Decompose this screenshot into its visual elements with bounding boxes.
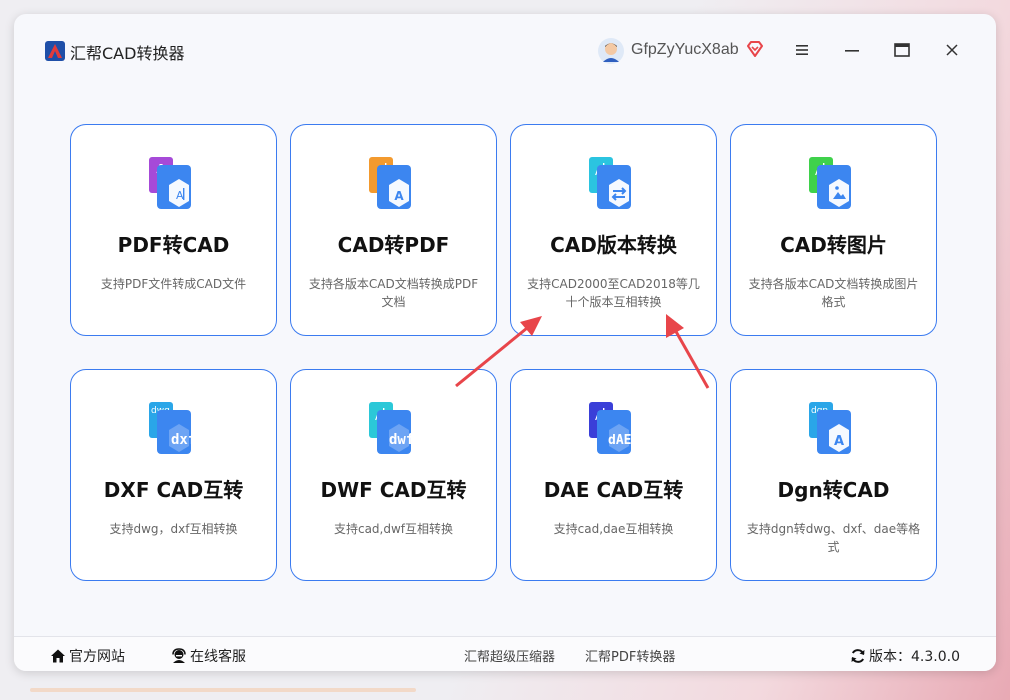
card-desc: 支持CAD2000至CAD2018等几十个版本互相转换	[527, 277, 700, 309]
card-desc: 支持PDF文件转成CAD文件	[100, 277, 247, 291]
card-title: CAD转图片	[780, 233, 887, 257]
svg-text:A: A	[834, 434, 844, 449]
svg-text:dAE: dAE	[608, 433, 631, 448]
card-dgn-to-cad[interactable]: dgn A Dgn转CAD 支持dgn转dwg、dxf、dae等格式	[730, 369, 937, 581]
card-cad-version-convert[interactable]: A CAD版本转换 支持CAD2000至CAD2018等几十个版本互相转换	[510, 124, 717, 336]
home-icon	[51, 649, 65, 663]
official-website-link[interactable]: 官方网站	[50, 646, 125, 666]
card-desc: 支持dwg，dxf互相转换	[109, 522, 238, 536]
card-desc: 支持cad,dwf互相转换	[333, 522, 454, 536]
avatar[interactable]	[598, 38, 624, 64]
official-website-label: 官方网站	[69, 649, 125, 665]
version-label: 版本：4.3.0.0	[869, 649, 960, 665]
footer-bar: 官方网站 在线客服 汇帮超级压缩器 汇帮PDF转换器 版本：4.3.0.0	[14, 636, 996, 671]
pdf-to-cad-icon: A A	[149, 157, 191, 209]
card-desc: 支持各版本CAD文档转换成图片格式	[748, 277, 919, 309]
card-title: CAD版本转换	[550, 233, 677, 257]
card-desc: 支持cad,dae互相转换	[553, 522, 674, 536]
svg-text:A: A	[394, 189, 404, 203]
dwf-cad-icon: A dwf	[369, 402, 414, 454]
card-desc: 支持dgn转dwg、dxf、dae等格式	[746, 522, 921, 554]
svg-text:dxf: dxf	[171, 432, 196, 448]
app-logo-icon	[45, 41, 65, 61]
svg-text:A: A	[176, 189, 184, 202]
online-service-label: 在线客服	[190, 649, 246, 665]
card-title: DXF CAD互转	[103, 478, 244, 502]
horizontal-scrollbar[interactable]	[30, 688, 416, 692]
card-cad-to-pdf[interactable]: A A CAD转PDF 支持各版本CAD文档转换成PDF文档	[290, 124, 497, 336]
version-info[interactable]: 版本：4.3.0.0	[850, 646, 960, 666]
customer-service-icon	[172, 648, 186, 663]
card-desc: 支持各版本CAD文档转换成PDF文档	[308, 277, 479, 309]
dae-cad-icon: A dAE	[589, 402, 631, 454]
card-dwf-cad[interactable]: A dwf DWF CAD互转 支持cad,dwf互相转换	[290, 369, 497, 581]
dxf-cad-icon: dwg dxf	[149, 402, 196, 454]
refresh-icon	[851, 649, 865, 663]
card-title: DAE CAD互转	[543, 478, 684, 502]
menu-icon[interactable]	[790, 38, 814, 62]
cad-to-image-icon: A	[809, 157, 851, 209]
card-dae-cad[interactable]: A dAE DAE CAD互转 支持cad,dae互相转换	[510, 369, 717, 581]
svg-text:dwf: dwf	[389, 432, 414, 448]
dgn-to-cad-icon: dgn A	[809, 402, 851, 454]
pdf-converter-link[interactable]: 汇帮PDF转换器	[585, 646, 675, 665]
close-icon[interactable]	[940, 38, 964, 62]
maximize-icon[interactable]	[890, 38, 914, 62]
vip-diamond-icon[interactable]	[745, 39, 765, 59]
cad-version-convert-icon: A	[589, 157, 631, 209]
card-pdf-to-cad[interactable]: A A PDF转CAD 支持PDF文件转成CAD文件	[70, 124, 277, 336]
card-title: PDF转CAD	[117, 233, 230, 257]
app-title: 汇帮CAD转换器	[70, 44, 185, 63]
cad-to-pdf-icon: A A	[369, 157, 411, 209]
title-bar: 汇帮CAD转换器 GfpZyYucX8ab	[14, 14, 996, 86]
card-title: Dgn转CAD	[777, 478, 890, 502]
card-dxf-cad[interactable]: dwg dxf DXF CAD互转 支持dwg，dxf互相转换	[70, 369, 277, 581]
annotation-arrow-right	[666, 314, 710, 389]
online-service-link[interactable]: 在线客服	[171, 646, 246, 666]
minimize-icon[interactable]	[840, 38, 864, 62]
annotation-arrow-left	[455, 316, 542, 388]
card-title: CAD转PDF	[337, 233, 450, 257]
card-cad-to-image[interactable]: A CAD转图片 支持各版本CAD文档转换成图片格式	[730, 124, 937, 336]
card-title: DWF CAD互转	[320, 478, 467, 502]
super-compressor-link[interactable]: 汇帮超级压缩器	[464, 646, 555, 665]
username[interactable]: GfpZyYucX8ab	[631, 41, 739, 59]
